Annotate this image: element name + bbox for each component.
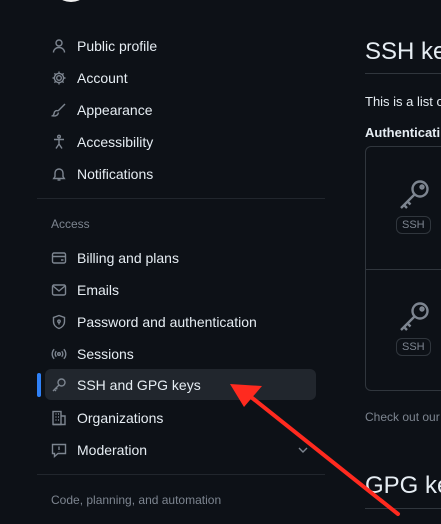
settings-sidebar: Public profile Account Appearance Access… bbox=[37, 0, 325, 524]
sidebar-item-moderation[interactable]: Moderation bbox=[45, 434, 316, 465]
sidebar-item-sessions[interactable]: Sessions bbox=[45, 338, 316, 369]
shield-lock-icon bbox=[50, 313, 68, 331]
ssh-key-item: SSH bbox=[396, 177, 436, 234]
section-label-access: Access bbox=[51, 217, 90, 231]
sidebar-item-label: Appearance bbox=[77, 102, 153, 118]
gpg-divider bbox=[365, 508, 441, 509]
person-icon bbox=[50, 37, 68, 55]
sidebar-item-label: Moderation bbox=[77, 442, 148, 458]
sidebar-item-password-authentication[interactable]: Password and authentication bbox=[45, 306, 316, 337]
organization-icon bbox=[50, 409, 68, 427]
sidebar-item-label: Emails bbox=[77, 282, 120, 298]
sidebar-item-label: Account bbox=[77, 70, 128, 86]
broadcast-icon bbox=[50, 345, 68, 363]
active-indicator bbox=[37, 373, 41, 397]
sidebar-item-label: Public profile bbox=[77, 38, 158, 54]
intro-text: This is a list o bbox=[365, 94, 441, 109]
ssh-badge: SSH bbox=[396, 338, 431, 356]
sidebar-item-account[interactable]: Account bbox=[45, 62, 316, 93]
sidebar-divider bbox=[37, 474, 325, 475]
sidebar-item-emails[interactable]: Emails bbox=[45, 274, 316, 305]
key-icon bbox=[50, 376, 68, 394]
sidebar-item-label: Password and authentication bbox=[77, 314, 257, 330]
paintbrush-icon bbox=[50, 101, 68, 119]
credit-card-icon bbox=[50, 249, 68, 267]
ssh-key-item: SSH bbox=[396, 299, 436, 356]
gear-icon bbox=[50, 69, 68, 87]
sidebar-item-organizations[interactable]: Organizations bbox=[45, 402, 316, 433]
sidebar-item-label: Organizations bbox=[77, 410, 164, 426]
sidebar-item-label: Accessibility bbox=[77, 134, 154, 150]
accessibility-icon bbox=[50, 133, 68, 151]
sidebar-item-appearance[interactable]: Appearance bbox=[45, 94, 316, 125]
key-icon bbox=[396, 299, 436, 335]
sidebar-item-notifications[interactable]: Notifications bbox=[45, 158, 316, 189]
sidebar-item-label: SSH and GPG keys bbox=[77, 377, 201, 393]
page-title: SSH ke bbox=[365, 38, 441, 65]
main-content: SSH ke This is a list o Authenticati SSH… bbox=[365, 0, 441, 524]
sidebar-item-label: Billing and plans bbox=[77, 250, 179, 266]
bell-icon bbox=[50, 165, 68, 183]
sidebar-item-public-profile[interactable]: Public profile bbox=[45, 30, 316, 61]
report-icon bbox=[50, 441, 68, 459]
sidebar-item-billing[interactable]: Billing and plans bbox=[45, 242, 316, 273]
key-separator bbox=[366, 269, 441, 270]
sidebar-item-ssh-gpg-keys[interactable]: SSH and GPG keys bbox=[45, 369, 316, 400]
section-label-code-planning: Code, planning, and automation bbox=[51, 493, 222, 507]
gpg-section-title: GPG ke bbox=[365, 472, 441, 499]
chevron-down-icon[interactable] bbox=[296, 443, 310, 457]
title-divider bbox=[365, 73, 441, 74]
ssh-key-list: SSH SSH bbox=[365, 146, 441, 391]
mail-icon bbox=[50, 281, 68, 299]
sidebar-divider bbox=[37, 198, 325, 199]
auth-keys-heading: Authenticati bbox=[365, 125, 441, 140]
sidebar-item-label: Sessions bbox=[77, 346, 134, 362]
ssh-badge: SSH bbox=[396, 216, 431, 234]
sidebar-item-accessibility[interactable]: Accessibility bbox=[45, 126, 316, 157]
sidebar-item-label: Notifications bbox=[77, 166, 154, 182]
key-icon bbox=[396, 177, 436, 213]
checkout-text: Check out our bbox=[365, 410, 440, 424]
